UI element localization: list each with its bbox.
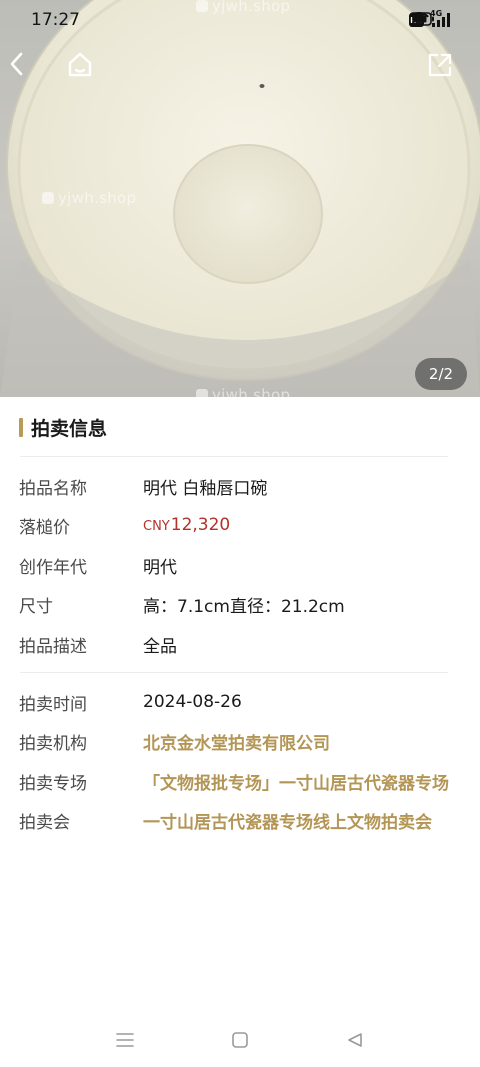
section-accent-bar [19,418,23,437]
system-nav-bar [0,1015,480,1067]
status-icons: HD 4G [409,9,452,28]
price-amount: 12,320 [170,515,231,535]
row-label: 拍品描述 [19,636,87,657]
row-label: 拍卖机构 [19,733,87,754]
era-value: 明代 [143,557,177,578]
item-image-carousel[interactable]: yjwh.shop yjwh.shop yjwh.shop 17:27 HD 4… [0,0,480,397]
row-label: 落槌价 [19,517,70,538]
watermark-text: yjwh.shop [58,189,137,207]
hammer-price-value: CNY12,320 [143,515,230,535]
row-label: 拍卖专场 [19,773,87,794]
recent-apps-button[interactable] [105,1023,145,1057]
item-name-value: 明代 白釉唇口碗 [143,478,268,499]
system-back-button[interactable] [335,1023,375,1057]
auction-session-link[interactable]: 「文物报批专场」一寸山居古代瓷器专场 [143,769,449,794]
detail-row-description: 拍品描述 全品 [19,632,469,657]
menu-icon [116,1033,134,1047]
auction-row-session[interactable]: 拍卖专场 「文物报批专场」一寸山居古代瓷器专场 [19,769,469,794]
row-label: 拍卖会 [19,812,70,833]
image-page-counter: 2/2 [415,358,467,390]
size-value: 高：7.1cm直径：21.2cm [143,596,345,617]
row-label: 拍品名称 [19,478,87,499]
back-icon [10,52,23,76]
auction-row-sale[interactable]: 拍卖会 一寸山居古代瓷器专场线上文物拍卖会 [19,808,469,833]
share-button[interactable] [426,51,470,95]
detail-row-size: 尺寸 高：7.1cm直径：21.2cm [19,592,469,617]
auction-sale-link[interactable]: 一寸山居古代瓷器专场线上文物拍卖会 [143,808,432,833]
home-icon [68,52,92,77]
detail-row-name: 拍品名称 明代 白釉唇口碗 [19,474,469,499]
watermark-logo-icon [196,389,208,397]
status-bar: 17:27 HD 4G [0,0,480,42]
row-label: 拍卖时间 [19,694,87,715]
system-home-button[interactable] [220,1023,260,1057]
battery-icon [409,12,434,26]
row-label: 创作年代 [19,557,87,578]
row-label: 尺寸 [19,596,53,617]
home-square-icon [232,1032,248,1048]
section-title: 拍卖信息 [31,418,108,440]
home-button[interactable] [66,51,110,95]
price-currency: CNY [143,519,170,534]
auction-house-link[interactable]: 北京金水堂拍卖有限公司 [143,729,330,754]
section-divider [20,456,448,457]
auction-date-value: 2024-08-26 [143,692,242,712]
watermark-bottom: yjwh.shop [196,386,290,397]
detail-row-era: 创作年代 明代 [19,553,469,578]
description-value: 全品 [143,636,177,657]
auction-row-house[interactable]: 拍卖机构 北京金水堂拍卖有限公司 [19,729,469,754]
watermark-logo-icon [42,192,54,204]
detail-divider [20,672,448,673]
back-triangle-icon [348,1033,362,1047]
back-button[interactable] [6,51,50,95]
auction-item-page: yjwh.shop yjwh.shop yjwh.shop 17:27 HD 4… [0,0,480,1067]
share-icon [428,53,452,77]
section-header: 拍卖信息 [19,414,107,441]
status-time: 17:27 [31,10,80,30]
watermark-text: yjwh.shop [212,386,291,397]
watermark-middle: yjwh.shop [42,189,136,207]
detail-row-hammer-price: 落槌价 CNY12,320 [19,513,469,538]
auction-row-date: 拍卖时间 2024-08-26 [19,690,469,715]
